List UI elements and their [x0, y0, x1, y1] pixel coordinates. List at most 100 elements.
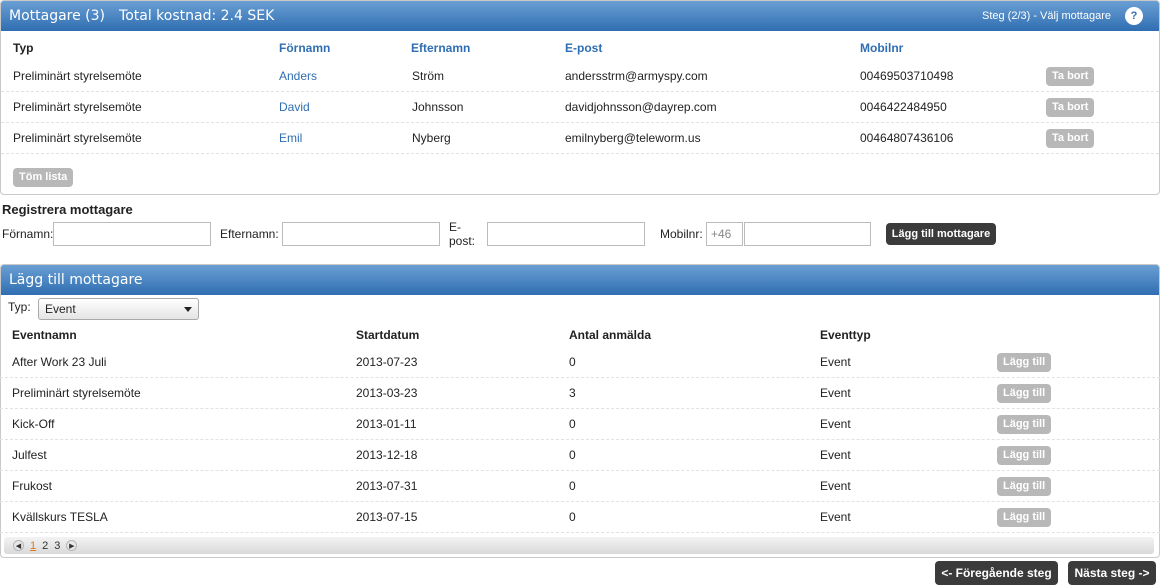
- recipient-last-name: Ström: [412, 69, 445, 83]
- event-start-date: 2013-07-31: [356, 479, 418, 493]
- event-start-date: 2013-07-23: [356, 355, 418, 369]
- recipient-mobile: 00464807436106: [860, 131, 954, 145]
- event-type: Event: [820, 386, 851, 400]
- add-recipient-button[interactable]: Lägg till mottagare: [886, 223, 996, 245]
- col-email[interactable]: E-post: [565, 35, 602, 61]
- event-name: Frukost: [12, 479, 53, 493]
- event-registered-count: 0: [569, 417, 576, 431]
- email-label: E-post:: [449, 220, 476, 248]
- add-event-button[interactable]: Lägg till: [997, 507, 1052, 527]
- event-type: Event: [820, 510, 851, 524]
- remove-button[interactable]: Ta bort: [1046, 97, 1095, 117]
- next-step-button[interactable]: Nästa steg ->: [1068, 561, 1156, 585]
- add-panel-title: Lägg till mottagare: [9, 272, 143, 288]
- recipient-first-name[interactable]: David: [279, 92, 310, 122]
- recipient-mobile: 00469503710498: [860, 69, 954, 83]
- first-name-input[interactable]: [53, 222, 211, 246]
- event-type: Event: [820, 479, 851, 493]
- recipient-email: andersstrm@armyspy.com: [565, 69, 708, 83]
- event-row: Julfest 2013-12-18 0 Event Lägg till: [0, 440, 1160, 471]
- recipient-first-name[interactable]: Emil: [279, 123, 302, 153]
- recipients-panel-header: Mottagare (3) Total kostnad: 2.4 SEK Steg…: [1, 1, 1159, 31]
- recipient-last-name: Nyberg: [412, 131, 451, 145]
- event-start-date: 2013-03-23: [356, 386, 418, 400]
- pager-next-icon[interactable]: ▶: [66, 540, 78, 551]
- pager-prev-icon[interactable]: ◀: [13, 540, 24, 551]
- recipients-title: Mottagare (3) Total kostnad: 2.4 SEK: [9, 8, 275, 24]
- step-indicator: Steg (2/3) - Välj mottagare: [981, 10, 1111, 22]
- add-event-button[interactable]: Lägg till: [997, 383, 1052, 403]
- type-select[interactable]: Event: [38, 298, 199, 320]
- event-name: After Work 23 Juli: [12, 355, 107, 369]
- event-start-date: 2013-12-18: [356, 448, 418, 462]
- add-event-button[interactable]: Lägg till: [997, 445, 1052, 465]
- mobile-label: Mobilnr:: [660, 227, 703, 241]
- remove-button[interactable]: Ta bort: [1046, 66, 1095, 86]
- event-type: Event: [820, 448, 851, 462]
- recipient-row: Preliminärt styrelsemöte David Johnsson dav…: [1, 92, 1159, 123]
- event-registered-count: 0: [569, 355, 576, 369]
- clear-list-button[interactable]: Töm lista: [13, 168, 74, 187]
- recipient-last-name: Johnsson: [412, 100, 464, 114]
- page-link[interactable]: 2: [42, 540, 48, 552]
- event-name: Julfest: [12, 448, 47, 462]
- add-event-button[interactable]: Lägg till: [997, 352, 1052, 372]
- recipients-panel: Mottagare (3) Total kostnad: 2.4 SEK Steg…: [0, 0, 1160, 195]
- first-name-label: Förnamn:: [2, 227, 54, 241]
- col-type: Typ: [13, 41, 34, 55]
- event-row: Kvällskurs TESLA 2013-07-15 0 Event Lägg til…: [0, 502, 1160, 533]
- add-panel-header: Lägg till mottagare: [1, 265, 1159, 295]
- chevron-down-icon: [184, 307, 192, 312]
- recipient-email: emilnyberg@teleworm.us: [565, 131, 701, 145]
- mobile-prefix-input[interactable]: [706, 222, 743, 246]
- recipient-row: Preliminärt styrelsemöte Anders Ström ander…: [1, 61, 1159, 92]
- event-row: Preliminärt styrelsemöte 2013-03-23 3 Event…: [0, 378, 1160, 409]
- add-event-button[interactable]: Lägg till: [997, 414, 1052, 434]
- page-link[interactable]: 1: [30, 540, 36, 552]
- event-row: Kick-Off 2013-01-11 0 Event Lägg till: [0, 409, 1160, 440]
- event-type: Event: [820, 355, 851, 369]
- pagination: ◀ 123 ▶: [4, 537, 1154, 554]
- col-last-name[interactable]: Efternamn: [411, 35, 470, 61]
- event-type: Event: [820, 417, 851, 431]
- event-start-date: 2013-07-15: [356, 510, 418, 524]
- total-cost: Total kostnad: 2.4 SEK: [119, 8, 275, 24]
- last-name-input[interactable]: [282, 222, 440, 246]
- help-icon[interactable]: ?: [1125, 7, 1143, 25]
- event-start-date: 2013-01-11: [356, 417, 417, 431]
- recipient-row: Preliminärt styrelsemöte Emil Nyberg emilny…: [1, 123, 1159, 154]
- col-registered-count: Antal anmälda: [569, 328, 652, 342]
- recipient-type: Preliminärt styrelsemöte: [13, 100, 142, 114]
- event-registered-count: 0: [569, 510, 576, 524]
- col-start-date: Startdatum: [356, 328, 420, 342]
- recipient-type: Preliminärt styrelsemöte: [13, 131, 142, 145]
- event-name: Preliminärt styrelsemöte: [12, 386, 141, 400]
- recipient-mobile: 0046422484950: [860, 100, 947, 114]
- mobile-input[interactable]: [744, 222, 871, 246]
- recipients-table-header: Typ Förnamn Efternamn E-post Mobilnr: [1, 35, 1159, 61]
- previous-step-button[interactable]: <- Föregående steg: [935, 561, 1058, 585]
- type-label: Typ:: [8, 300, 31, 314]
- col-mobile[interactable]: Mobilnr: [860, 35, 903, 61]
- event-registered-count: 0: [569, 479, 576, 493]
- col-first-name[interactable]: Förnamn: [279, 35, 330, 61]
- register-title: Registrera mottagare: [2, 202, 133, 217]
- event-row: After Work 23 Juli 2013-07-23 0 Event Lägg t…: [0, 347, 1160, 378]
- recipient-email: davidjohnsson@dayrep.com: [565, 100, 717, 114]
- last-name-label: Efternamn:: [220, 227, 279, 241]
- type-select-value: Event: [45, 302, 76, 316]
- page-link[interactable]: 3: [54, 540, 60, 552]
- event-row: Frukost 2013-07-31 0 Event Lägg till: [0, 471, 1160, 502]
- event-registered-count: 3: [569, 386, 576, 400]
- events-table-header: Eventnamn Startdatum Antal anmälda Event…: [0, 322, 1160, 348]
- recipient-first-name[interactable]: Anders: [279, 61, 317, 91]
- remove-button[interactable]: Ta bort: [1046, 128, 1095, 148]
- recipient-type: Preliminärt styrelsemöte: [13, 69, 142, 83]
- add-event-button[interactable]: Lägg till: [997, 476, 1052, 496]
- email-input[interactable]: [487, 222, 645, 246]
- event-registered-count: 0: [569, 448, 576, 462]
- col-event-type: Eventtyp: [820, 328, 871, 342]
- event-name: Kvällskurs TESLA: [12, 510, 108, 524]
- col-event-name: Eventnamn: [12, 328, 77, 342]
- event-name: Kick-Off: [12, 417, 55, 431]
